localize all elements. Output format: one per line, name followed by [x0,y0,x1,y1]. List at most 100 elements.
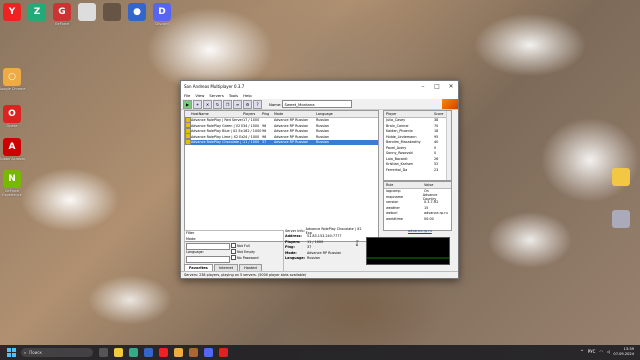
server-cell: 162 / 1000 [243,129,262,134]
help-icon[interactable]: ? [253,99,262,109]
player-name: Brain_Conner [386,123,409,128]
name-input[interactable] [282,100,353,108]
mode-filter-input[interactable] [186,243,230,250]
maximize-button[interactable]: □ [430,81,444,92]
add-server-icon[interactable]: + [193,99,202,109]
player-name: Lolo_Bacardi [386,156,408,161]
name-label: Name: [269,101,282,107]
player-score: 26 [434,156,439,161]
server-info-key: Language: [285,256,306,261]
desktop-icon-yandex-browser-icon[interactable]: Y [3,3,21,21]
connect-icon[interactable]: ▶ [183,99,192,109]
chevron-up-icon[interactable]: ^ [580,349,583,354]
player-name: Pavel_Avery [386,145,407,150]
col-players[interactable]: Players [243,112,262,116]
desktop-icon-zona-icon[interactable]: Z [28,3,46,21]
discord-taskbar-icon[interactable] [204,348,213,357]
col-ping[interactable]: Ping [262,112,274,116]
filter-title: Filter [186,231,195,235]
search-icon: ⌕ [24,350,27,355]
close-button[interactable]: ✕ [444,81,458,92]
player-list-scrollbar[interactable] [446,111,451,180]
opera-taskbar-icon[interactable] [219,348,228,357]
desktop-icon-nvidia-icon[interactable]: N [3,170,21,188]
copy-icon[interactable]: ❐ [223,99,232,109]
rule-name: worldtime [386,216,403,221]
explorer-icon[interactable] [114,348,123,357]
rule-row[interactable]: worldtime 00:00 [384,216,451,222]
delete-server-icon[interactable]: ✕ [203,99,212,109]
col-mode[interactable]: Mode [274,112,316,116]
menu-servers[interactable]: Servers [209,93,223,98]
not-full-checkbox[interactable]: Not Full [231,243,250,248]
edge-icon[interactable] [144,348,153,357]
language-filter-input[interactable] [186,256,230,263]
minimize-button[interactable]: – [416,81,430,92]
desktop-icon-folder-icon[interactable] [612,168,630,186]
not-empty-checkbox[interactable]: Not Empty [231,249,255,254]
desktop-icon-opera-icon[interactable]: O [3,105,21,123]
yandex-icon[interactable] [159,348,168,357]
rule-value: advance-rp.ru [424,211,448,216]
col-score[interactable]: Score [434,112,444,116]
server-cell: Advance RolePlay | Red Server [191,118,243,123]
rules-list: Rule Value lagcomp On mapname Advance Count… [383,181,452,231]
col-rule[interactable]: Rule [386,183,424,187]
app-icon[interactable] [129,348,138,357]
rule-value: 15 [424,205,429,210]
col-hostname[interactable]: HostName [191,112,243,116]
start-button[interactable] [7,348,16,357]
rule-row[interactable]: mapname Advance Country [384,193,451,201]
samp-taskbar-icon[interactable] [189,348,198,357]
desktop-icon-discord-icon[interactable]: D [153,3,171,21]
desktop-icon-geforce-icon[interactable]: G [53,3,71,21]
no-password-checkbox[interactable]: No Password [231,255,259,260]
server-cell: Russian [316,118,330,123]
server-cell: 11 / 1000 [243,140,260,145]
weburl-link[interactable]: advance-rp.ru [408,229,432,233]
server-cell: Advance RolePlay Blue | X2 Exp [191,129,243,134]
player-score: 70 [434,123,439,128]
wifi-icon[interactable]: ◠ [599,349,603,354]
player-score: 52 [434,162,439,167]
col-value[interactable]: Value [424,183,433,187]
player-row[interactable]: Ferrerkal_Da 23 [384,167,451,173]
language-indicator[interactable]: РУС [588,349,596,354]
col-player[interactable]: Player [386,112,434,116]
desktop-icon-chrome-icon[interactable]: ○ [3,68,21,86]
samp-window: San Andreas Multiplayer 0.3.7 – □ ✕ File… [180,80,459,279]
rule-value: 0.3.7-R2 [424,200,439,205]
desktop-icon-recycle-icon[interactable] [612,210,630,228]
desktop-icon-file-icon[interactable] [78,3,96,21]
taskbar-search[interactable]: ⌕ Поиск [21,348,93,357]
menu-tools[interactable]: Tools [229,93,238,98]
clock-date: 07.09.2024 [613,352,634,356]
server-row[interactable]: Advance RolePlay Chocolate | X2 Exp11 / … [185,138,378,145]
rule-name: weburl [386,211,398,216]
menu-file[interactable]: File [184,93,190,98]
desktop-icon-game-icon[interactable] [103,3,121,21]
settings-icon[interactable]: ⚙ [243,99,252,109]
window-title: San Andreas Multiplayer 0.3.7 [184,84,245,89]
volume-icon[interactable]: ◁ [607,349,610,354]
rule-row[interactable]: weburl advance-rp.ru [384,211,451,217]
desktop-icon-controller-icon[interactable]: ● [128,3,146,21]
refresh-icon[interactable]: ↻ [213,99,222,109]
desktop-icon-adobe-icon[interactable]: A [3,138,21,156]
server-info-value: 37 [307,245,312,250]
properties-icon[interactable]: ≡ [233,99,242,109]
server-cell: Russian [316,123,330,128]
chrome-icon[interactable] [174,348,183,357]
player-score: 38 [434,118,439,123]
server-cell: 96 [262,134,267,139]
col-language[interactable]: Language [316,112,346,116]
mode-label: Mode: [186,237,197,241]
clock[interactable]: 13:39 07.09.2024 [613,347,634,357]
samp-logo-icon [442,99,458,109]
server-cell: Advance RP Russian [274,129,309,134]
task-view-icon[interactable] [99,348,108,357]
menu-help[interactable]: Help [243,93,252,98]
player-name: Bendim_Macabrothy [386,140,421,145]
server-cell: 17 / 1000 [243,118,260,123]
menu-view[interactable]: View [195,93,204,98]
